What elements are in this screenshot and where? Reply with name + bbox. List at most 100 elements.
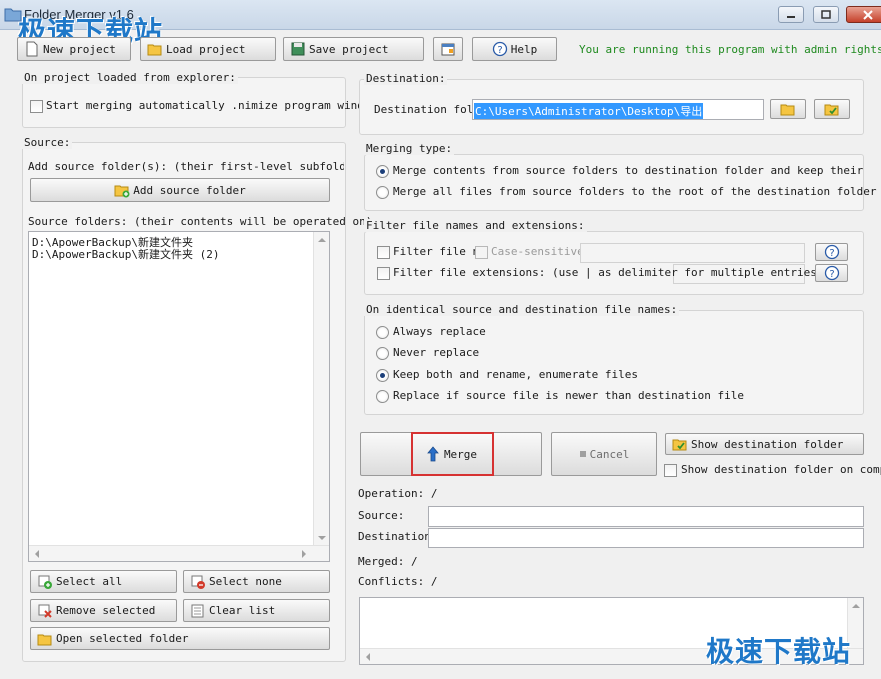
destination-path-input[interactable]: C:\Users\Administrator\Desktop\导出 xyxy=(472,99,764,120)
help-button[interactable]: ? Help xyxy=(472,37,557,61)
clear-list-label: Clear list xyxy=(209,604,276,617)
stop-icon xyxy=(579,451,586,457)
add-source-hint: Add source folder(s): (their first-level… xyxy=(28,160,344,173)
keep-both-radio[interactable] xyxy=(376,369,389,382)
merge-to-root-label: Merge all files from source folders to t… xyxy=(393,185,877,198)
source-status-label: Source: xyxy=(358,509,405,522)
filter-names-checkbox[interactable] xyxy=(377,246,390,259)
merge-keep-folders-label: Merge contents from source folders to de… xyxy=(393,164,863,177)
scroll-up-icon[interactable] xyxy=(318,237,326,243)
cancel-label: Cancel xyxy=(589,447,630,461)
conflicts-status: Conflicts: / xyxy=(358,575,438,588)
open-folder-icon xyxy=(147,44,162,56)
scroll-left-icon[interactable] xyxy=(365,653,371,661)
save-project-button[interactable]: Save project xyxy=(283,37,424,61)
destination-group-label: Destination: xyxy=(364,72,448,85)
operation-status: Operation: / xyxy=(358,487,438,500)
add-source-folder-label: Add source folder xyxy=(133,183,246,197)
source-status-field xyxy=(428,506,864,527)
select-all-button[interactable]: Select all xyxy=(30,570,177,593)
identical-names-label: On identical source and destination file… xyxy=(364,303,680,316)
help-label: Help xyxy=(510,42,538,56)
settings-button[interactable] xyxy=(433,37,463,61)
clear-list-button[interactable]: Clear list xyxy=(183,599,330,622)
filter-names-help-button[interactable]: ? xyxy=(815,243,848,261)
always-replace-radio[interactable] xyxy=(376,326,389,339)
auto-merge-checkbox[interactable] xyxy=(30,100,43,113)
list-item[interactable]: D:\ApowerBackup\新建文件夹 (2) xyxy=(32,246,219,262)
destination-field-label: Destination fold xyxy=(374,103,480,116)
explorer-group-label: On project loaded from explorer: xyxy=(22,71,238,84)
svg-text:?: ? xyxy=(829,248,834,259)
remove-selected-button[interactable]: Remove selected xyxy=(30,599,177,622)
new-document-icon xyxy=(26,41,38,57)
open-destination-button[interactable] xyxy=(814,99,850,119)
remove-icon xyxy=(38,604,52,618)
source-folders-list[interactable]: D:\ApowerBackup\新建文件夹 D:\ApowerBackup\新建… xyxy=(28,231,330,562)
scroll-up-icon[interactable] xyxy=(852,603,860,609)
scroll-down-icon[interactable] xyxy=(318,535,326,541)
select-none-label: Select none xyxy=(209,575,282,588)
merge-highlight-frame xyxy=(411,432,494,476)
clear-list-icon xyxy=(191,604,204,617)
admin-rights-notice: You are running this program with admin … xyxy=(579,43,881,56)
maximize-icon xyxy=(821,10,831,19)
help-question-icon: ? xyxy=(824,265,839,281)
help-question-icon: ? xyxy=(824,244,839,260)
cancel-button[interactable]: Cancel xyxy=(551,432,657,476)
select-none-button[interactable]: Select none xyxy=(183,570,330,593)
minimize-icon xyxy=(787,15,795,18)
add-source-folder-button[interactable]: Add source folder xyxy=(30,178,330,202)
list-vertical-scrollbar[interactable] xyxy=(313,232,329,546)
replace-if-newer-radio[interactable] xyxy=(376,390,389,403)
filter-extensions-checkbox[interactable] xyxy=(377,267,390,280)
open-selected-folder-button[interactable]: Open selected folder xyxy=(30,627,330,650)
filter-names-label: Filter file n xyxy=(393,245,480,258)
select-none-icon xyxy=(191,575,205,589)
filter-extensions-label: Filter file extensions: (use | as delimi… xyxy=(393,266,824,279)
scroll-left-icon[interactable] xyxy=(34,550,40,558)
list-horizontal-scrollbar[interactable] xyxy=(29,545,329,561)
folder-check-icon xyxy=(672,439,687,451)
merge-keep-folders-radio[interactable] xyxy=(376,165,389,178)
filter-names-input[interactable] xyxy=(580,243,805,263)
svg-text:?: ? xyxy=(497,45,502,56)
settings-calendar-icon xyxy=(441,43,455,56)
close-icon xyxy=(862,9,873,20)
close-button[interactable] xyxy=(846,6,881,23)
show-destination-folder-button[interactable]: Show destination folder xyxy=(665,433,864,455)
remove-selected-label: Remove selected xyxy=(56,604,156,617)
add-folder-icon xyxy=(114,185,130,198)
open-folder-icon xyxy=(37,634,52,645)
source-group-label: Source: xyxy=(22,136,73,149)
merged-status: Merged: / xyxy=(358,555,418,568)
save-disk-icon xyxy=(291,42,305,56)
folder-check-icon xyxy=(824,104,839,116)
case-sensitive-checkbox[interactable] xyxy=(475,246,488,259)
new-project-button[interactable]: New project xyxy=(17,37,131,61)
show-on-complete-label: Show destination folder on comple xyxy=(681,463,881,476)
filter-ext-help-button[interactable]: ? xyxy=(815,264,848,282)
case-sensitive-label: Case-sensitive xyxy=(491,245,584,258)
show-on-complete-checkbox[interactable] xyxy=(664,464,677,477)
load-project-button[interactable]: Load project xyxy=(140,37,276,61)
scroll-right-icon[interactable] xyxy=(301,550,307,558)
destination-status-field xyxy=(428,528,864,548)
always-replace-label: Always replace xyxy=(393,325,486,338)
destination-path-value: C:\Users\Administrator\Desktop\导出 xyxy=(474,103,704,119)
open-selected-folder-label: Open selected folder xyxy=(56,632,189,645)
browse-folder-icon xyxy=(780,104,795,116)
svg-text:?: ? xyxy=(829,269,834,280)
select-all-label: Select all xyxy=(56,575,123,588)
keep-both-label: Keep both and rename, enumerate files xyxy=(393,368,639,381)
source-folders-label: Source folders: (their contents will be … xyxy=(28,215,373,228)
show-destination-folder-label: Show destination folder xyxy=(691,437,844,451)
new-project-label: New project xyxy=(43,42,116,56)
browse-destination-button[interactable] xyxy=(770,99,806,119)
watermark-bottom: 极速下载站 xyxy=(706,635,852,668)
minimize-button[interactable] xyxy=(778,6,804,23)
maximize-button[interactable] xyxy=(813,6,839,23)
merge-to-root-radio[interactable] xyxy=(376,186,389,199)
never-replace-radio[interactable] xyxy=(376,347,389,360)
merging-type-group xyxy=(364,154,864,211)
